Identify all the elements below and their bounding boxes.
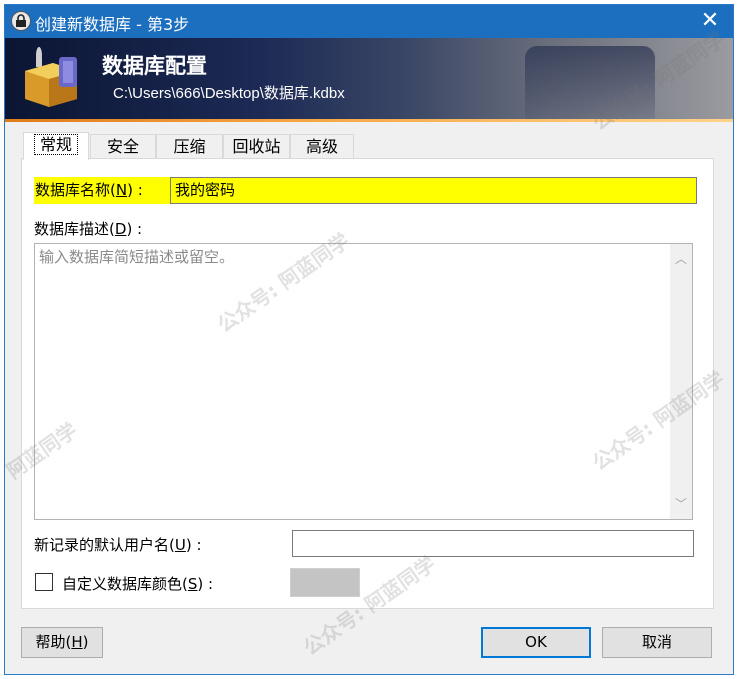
default-username-label-text: 新记录的默认用户名: [34, 536, 170, 554]
general-tab-panel: 数据库名称(N) : 我的密码 数据库描述(D) : 输入数据库简短描述或留空。…: [21, 158, 714, 609]
database-name-hotkey: N: [115, 181, 128, 199]
tab-general[interactable]: 常规: [23, 132, 89, 160]
banner-accent-line: [5, 119, 733, 122]
chevron-down-icon[interactable]: ﹀: [670, 495, 692, 513]
tab-label: 压缩: [173, 137, 206, 156]
close-icon[interactable]: ✕: [687, 5, 733, 38]
database-description-hotkey: D: [114, 220, 127, 238]
window-title: 创建新数据库 - 第3步: [35, 15, 190, 34]
help-hotkey: H: [71, 633, 83, 651]
database-padlock-icon: [25, 47, 77, 107]
ok-button[interactable]: OK: [481, 627, 591, 658]
database-description-label: 数据库描述(D) :: [34, 220, 143, 238]
cancel-button[interactable]: 取消: [602, 627, 712, 658]
title-bar: 创建新数据库 - 第3步 ✕: [5, 5, 733, 38]
scrollbar[interactable]: ︿ ﹀: [670, 244, 692, 519]
database-description-textarea[interactable]: 输入数据库简短描述或留空。 ︿ ﹀: [34, 243, 693, 520]
keepass-lock-icon: [11, 11, 31, 31]
color-picker-button[interactable]: [290, 568, 360, 597]
custom-color-label[interactable]: 自定义数据库颜色(S) :: [62, 573, 213, 594]
tab-label: 回收站: [232, 137, 281, 156]
help-button-label: 帮助: [35, 633, 66, 651]
default-username-hotkey: U: [174, 536, 186, 554]
tab-security[interactable]: 安全: [90, 134, 156, 159]
create-database-dialog: 创建新数据库 - 第3步 ✕ 数据库配置 C:\Users\666\Deskto…: [2, 4, 734, 675]
database-name-label-text: 数据库名称: [35, 181, 111, 199]
tab-advanced[interactable]: 高级: [290, 134, 354, 159]
custom-color-label-text: 自定义数据库颜色: [62, 575, 183, 593]
chevron-up-icon[interactable]: ︿: [670, 250, 692, 268]
banner-heading: 数据库配置: [102, 54, 207, 78]
custom-color-hotkey: S: [187, 575, 198, 593]
default-username-label: 新记录的默认用户名(U) :: [34, 536, 202, 554]
header-banner: 数据库配置 C:\Users\666\Desktop\数据库.kdbx: [5, 38, 733, 121]
database-name-label: 数据库名称(N) :: [34, 177, 170, 204]
description-placeholder: 输入数据库简短描述或留空。: [39, 248, 235, 266]
database-name-input[interactable]: 我的密码: [170, 177, 697, 204]
tab-label: 安全: [106, 137, 139, 156]
tab-recycle-bin[interactable]: 回收站: [223, 134, 290, 159]
tab-label: 高级: [305, 137, 338, 156]
banner-decoration: [525, 46, 655, 121]
default-username-input[interactable]: [292, 530, 694, 557]
database-description-label-text: 数据库描述: [34, 220, 110, 238]
database-file-path: C:\Users\666\Desktop\数据库.kdbx: [113, 85, 345, 102]
tab-label: 常规: [33, 134, 78, 155]
tab-compression[interactable]: 压缩: [156, 134, 223, 159]
custom-color-checkbox[interactable]: [35, 573, 53, 591]
help-button[interactable]: 帮助(H): [21, 627, 103, 658]
